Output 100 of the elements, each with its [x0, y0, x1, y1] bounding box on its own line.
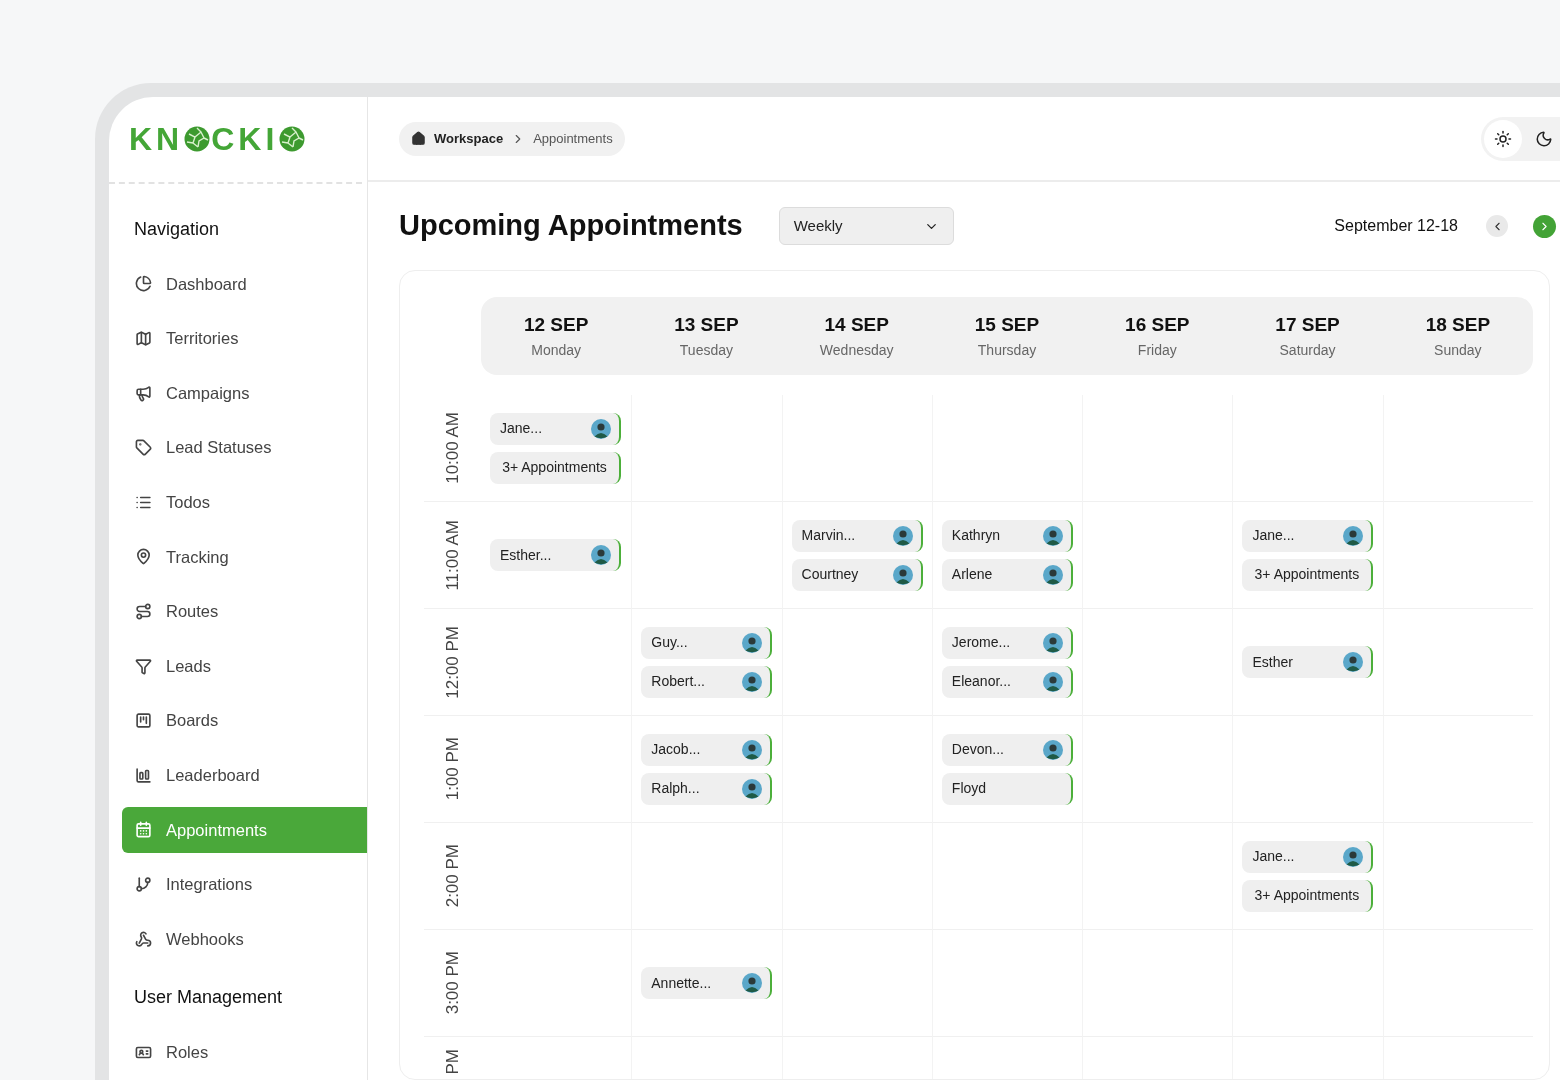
time-label: 10:00 AM: [441, 412, 463, 484]
globe-icon: [184, 126, 211, 153]
calendar-icon: [135, 821, 152, 839]
appointment-chip[interactable]: Jane...: [1242, 840, 1374, 873]
avatar-icon: [892, 564, 913, 585]
nav-item[interactable]: Boards: [122, 697, 367, 744]
funnel-icon: [135, 657, 152, 675]
view-select[interactable]: Weekly: [778, 207, 954, 245]
avatar-icon: [742, 778, 763, 799]
appointment-chip[interactable]: Jane...: [490, 412, 621, 445]
appointment-chip[interactable]: Eleanor...: [941, 665, 1073, 698]
nav-item[interactable]: Routes: [122, 588, 367, 635]
day-weekday: Thursday: [977, 340, 1037, 360]
appointment-chip[interactable]: Marvin...: [791, 519, 923, 552]
nav-item[interactable]: Webhooks: [122, 916, 367, 963]
previous-button[interactable]: [1486, 215, 1508, 237]
avatar-icon: [1343, 525, 1364, 546]
sun-icon[interactable]: [1484, 119, 1522, 158]
appointment-chip[interactable]: Guy...: [641, 626, 773, 659]
date-range: September 12-18: [1334, 216, 1458, 236]
nav-item[interactable]: Roles: [122, 1029, 367, 1076]
route-icon: [135, 603, 152, 621]
appointment-chip[interactable]: Floyd: [941, 772, 1073, 805]
appointment-chip[interactable]: Kathryn: [941, 519, 1073, 552]
nav-item[interactable]: Lead Statuses: [122, 424, 367, 471]
day-date: 17 SEP: [1275, 313, 1340, 338]
nav-item[interactable]: Campaigns: [122, 370, 367, 417]
appointment-chip[interactable]: Jerome...: [941, 626, 1073, 659]
home-icon: [411, 131, 426, 146]
avatar-icon: [1042, 632, 1063, 653]
logo-text: CKI: [211, 120, 279, 160]
time-label: 11:00 AM: [441, 519, 463, 591]
bar-chart-icon: [135, 766, 152, 784]
theme-toggle[interactable]: [1481, 116, 1560, 161]
avatar-icon: [1343, 846, 1364, 867]
nav-item[interactable]: Tracking: [122, 533, 367, 580]
appointment-chip[interactable]: Jane...: [1242, 519, 1374, 552]
more-appointments-button[interactable]: 3+ Appointments: [490, 451, 621, 484]
day-weekday: Monday: [531, 340, 582, 360]
globe-icon: [279, 126, 306, 153]
map-pin-icon: [135, 548, 152, 566]
day-weekday: Friday: [1137, 340, 1177, 360]
pie-chart-icon: [135, 275, 152, 293]
nav-item[interactable]: Leaderboard: [122, 752, 367, 799]
nav-item[interactable]: Todos: [122, 479, 367, 526]
appointment-chip[interactable]: Devon...: [941, 733, 1073, 766]
more-appointments-button[interactable]: 3+ Appointments: [1242, 558, 1374, 591]
time-label: 12:00 PM: [441, 625, 463, 699]
appointment-chip[interactable]: Arlene: [941, 558, 1073, 591]
webhook-icon: [135, 930, 152, 948]
avatar-icon: [591, 418, 611, 439]
nav-item[interactable]: Leads: [122, 643, 367, 690]
day-weekday: Tuesday: [679, 340, 733, 360]
day-date: 18 SEP: [1425, 313, 1491, 338]
avatar-icon: [1042, 564, 1063, 585]
avatar-icon: [1042, 739, 1063, 760]
avatar-icon: [1042, 671, 1063, 692]
time-label: 1:00 PM: [441, 737, 463, 801]
next-button[interactable]: [1533, 214, 1556, 238]
page-title: Upcoming Appointments: [399, 208, 743, 244]
section-heading: Navigation: [134, 218, 220, 239]
nav-item[interactable]: Territories: [122, 315, 367, 362]
day-weekday: Sunday: [1434, 340, 1482, 360]
time-label: PM: [441, 1049, 463, 1075]
appointment-chip[interactable]: Robert...: [641, 665, 773, 698]
appointment-chip[interactable]: Courtney: [791, 558, 923, 591]
avatar-icon: [742, 632, 763, 653]
day-date: 12 SEP: [523, 313, 589, 338]
nav-item[interactable]: Dashboard: [122, 261, 367, 307]
map-icon: [135, 330, 152, 348]
breadcrumb-link[interactable]: Workspace: [434, 128, 504, 149]
more-appointments-button[interactable]: 3+ Appointments: [1242, 879, 1374, 912]
appointment-chip[interactable]: Jacob...: [641, 733, 773, 766]
breadcrumb-current: Appointments: [533, 129, 613, 148]
avatar-icon: [892, 525, 913, 546]
appointment-chip[interactable]: Ralph...: [641, 772, 773, 805]
avatar-icon: [1042, 525, 1063, 546]
logo-text: KN: [129, 120, 184, 160]
avatar-icon: [742, 671, 763, 692]
time-label: 3:00 PM: [441, 951, 463, 1015]
day-weekday: Saturday: [1279, 340, 1336, 360]
day-date: 14 SEP: [824, 313, 889, 338]
kanban-icon: [135, 712, 152, 730]
nav-item[interactable]: Integrations: [122, 861, 367, 908]
appointment-chip[interactable]: Annette...: [641, 967, 773, 999]
time-label: 2:00 PM: [441, 844, 463, 908]
avatar-icon: [591, 545, 611, 565]
day-date: 15 SEP: [974, 313, 1040, 338]
appointment-chip[interactable]: Esther...: [490, 539, 621, 571]
branch-icon: [135, 876, 152, 893]
avatar-icon: [742, 973, 763, 993]
day-date: 16 SEP: [1125, 313, 1190, 338]
tag-icon: [135, 439, 152, 457]
avatar-icon: [1343, 652, 1364, 672]
megaphone-icon: [135, 384, 152, 402]
day-weekday: Wednesday: [819, 340, 894, 360]
appointment-chip[interactable]: Esther: [1242, 646, 1374, 678]
avatar-icon: [742, 739, 763, 760]
section-heading: User Management: [134, 987, 283, 1008]
day-date: 13 SEP: [674, 313, 739, 338]
